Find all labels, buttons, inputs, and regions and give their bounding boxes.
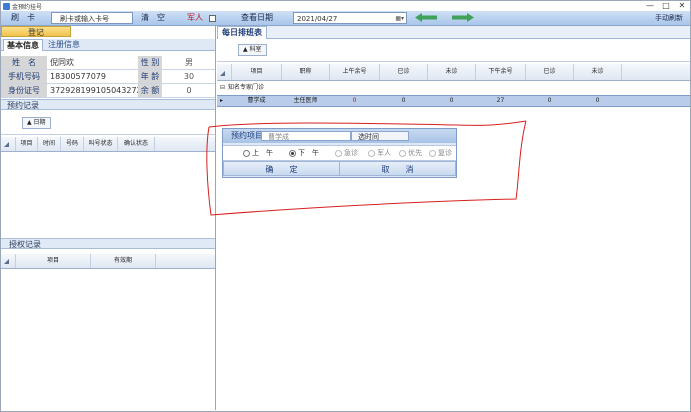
- age-label: 年 龄: [138, 70, 162, 83]
- info-row: 身份证号 37292819910504327X 余 额 0: [1, 84, 215, 98]
- military-label: 军人: [187, 13, 203, 22]
- calendar-dropdown-icon[interactable]: ▦▾: [395, 13, 404, 25]
- grid-corner-icon: [217, 64, 232, 80]
- schedule-tab-strip: 每日排班表: [217, 26, 690, 39]
- red-annotation-icon: [206, 120, 527, 216]
- appointments-grid-header: 项目 时间 号码 叫号状态 确认状态: [1, 137, 215, 152]
- id-label: 身份证号: [1, 84, 47, 97]
- col-number[interactable]: 号码: [61, 137, 84, 151]
- department-name: 知名专家门诊: [228, 84, 265, 91]
- tab-basic-info[interactable]: 基本信息: [3, 39, 43, 51]
- schedule-group-panel: ▲ 科室: [217, 39, 690, 62]
- table-row[interactable]: ▸ 曹学成 主任医师 0 0 0 27 0 0: [217, 95, 690, 107]
- col-valid-until[interactable]: 有效期: [91, 254, 156, 268]
- info-row: 手机号码 18300577079 年 龄 30: [1, 70, 215, 84]
- cell-am-remaining: 0: [352, 97, 357, 104]
- group-by-date-label: 日期: [33, 119, 46, 126]
- col-project[interactable]: 项目: [232, 64, 282, 80]
- app-window: 金预约挂号 — □ ✕ 刷 卡 刷卡或输入卡号 清 空 军人 查看日期 2021…: [0, 0, 691, 412]
- sex-label: 性 别: [138, 56, 162, 69]
- col-title[interactable]: 职称: [282, 64, 330, 80]
- cell-am-waiting: 0: [449, 97, 454, 104]
- date-picker[interactable]: 2021/04/27 ▦▾: [293, 12, 407, 24]
- app-icon: [3, 2, 10, 10]
- view-date-button[interactable]: 查看日期: [233, 12, 281, 24]
- card-number-input[interactable]: 刷卡或输入卡号: [51, 12, 133, 24]
- authorizations-grid-header: 项目 有效期: [1, 254, 215, 269]
- sex-value: 男: [185, 58, 193, 67]
- refresh-button[interactable]: 手动刷新: [649, 12, 689, 24]
- title-bar: 金预约挂号 — □ ✕: [1, 1, 690, 11]
- window-title: 金预约挂号: [12, 3, 43, 11]
- col-am-remaining[interactable]: 上午余号: [330, 64, 380, 80]
- group-by-department-button[interactable]: ▲ 科室: [238, 44, 267, 56]
- prev-day-arrow-icon[interactable]: [415, 13, 437, 22]
- col-auth-item[interactable]: 项目: [16, 254, 91, 268]
- col-confirm-status[interactable]: 确认状态: [118, 137, 155, 151]
- row-indicator-icon: ▸: [220, 97, 224, 104]
- name-field[interactable]: 倪同欢: [50, 56, 135, 69]
- col-time[interactable]: 时间: [38, 137, 61, 151]
- balance-value: 0: [186, 86, 192, 95]
- col-pm-seen[interactable]: 已诊: [526, 64, 574, 80]
- col-pm-remaining[interactable]: 下午余号: [476, 64, 526, 80]
- col-am-seen[interactable]: 已诊: [380, 64, 428, 80]
- group-by-date-button[interactable]: ▲ 日期: [22, 117, 51, 129]
- clear-button[interactable]: 清 空: [135, 12, 171, 24]
- authorizations-header: 授权记录: [1, 238, 215, 249]
- register-tab[interactable]: 登记: [1, 26, 71, 37]
- phone-field[interactable]: 18300577079: [50, 70, 135, 83]
- id-field[interactable]: 37292819910504327X: [50, 84, 142, 97]
- grid-corner-icon: [1, 137, 16, 151]
- swipe-card-button[interactable]: 刷 卡: [5, 12, 41, 24]
- cell-pm-seen: 0: [547, 97, 552, 104]
- schedule-grid-header: 项目 职称 上午余号 已诊 未诊 下午余号 已诊 未诊: [217, 64, 690, 81]
- department-group-row[interactable]: ⊟ 知名专家门诊: [217, 83, 690, 93]
- cell-doctor: 曹学成: [247, 97, 266, 104]
- minimize-button[interactable]: —: [644, 1, 656, 11]
- phone-label: 手机号码: [1, 70, 47, 83]
- cell-am-seen: 0: [401, 97, 406, 104]
- cell-title: 主任医师: [293, 97, 318, 104]
- appointments-group-panel: ▲ 日期: [1, 112, 215, 135]
- toolbar: 刷 卡 刷卡或输入卡号 清 空 军人 查看日期 2021/04/27 ▦▾ 手动…: [1, 11, 690, 26]
- col-call-status[interactable]: 叫号状态: [84, 137, 118, 151]
- tab-registration-info[interactable]: 注册信息: [45, 39, 83, 50]
- date-value: 2021/04/27: [297, 15, 338, 23]
- info-row: 姓 名 倪同欢 性 别 男: [1, 56, 215, 70]
- name-label: 姓 名: [1, 56, 47, 69]
- close-button[interactable]: ✕: [676, 1, 688, 11]
- cell-pm-remaining: 27: [496, 97, 505, 104]
- col-item[interactable]: 项目: [16, 137, 38, 151]
- authorizations-grid-body[interactable]: [1, 269, 215, 407]
- info-tabs: 基本信息 注册信息: [1, 39, 215, 51]
- col-am-waiting[interactable]: 未诊: [428, 64, 476, 80]
- collapse-icon[interactable]: ⊟: [220, 83, 225, 93]
- tab-daily-schedule[interactable]: 每日排班表: [217, 26, 267, 39]
- next-day-arrow-icon[interactable]: [452, 13, 474, 22]
- age-value: 30: [183, 72, 195, 81]
- group-by-department-label: 科室: [249, 46, 262, 53]
- military-checkbox[interactable]: [209, 15, 216, 22]
- balance-label: 余 额: [138, 84, 162, 97]
- appointments-header: 预约记录: [1, 99, 215, 110]
- col-pm-waiting[interactable]: 未诊: [574, 64, 622, 80]
- cell-pm-waiting: 0: [595, 97, 600, 104]
- maximize-button[interactable]: □: [660, 1, 672, 11]
- grid-corner-icon: [1, 254, 16, 268]
- left-panel: 登记 基本信息 注册信息 姓 名 倪同欢 性 别 男 手机号码 18300577…: [1, 26, 216, 410]
